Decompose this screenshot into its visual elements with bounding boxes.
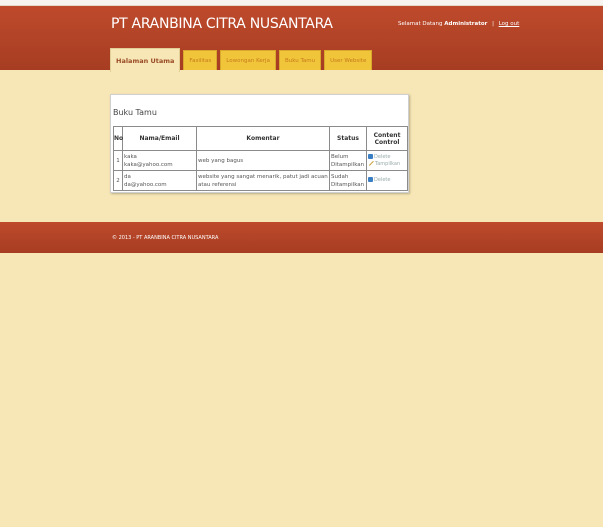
column-header-comment: Komentar — [196, 126, 330, 151]
comment-cell: web yang bagus — [196, 150, 330, 171]
guest-name: da — [124, 173, 131, 180]
delete-icon — [368, 177, 373, 182]
tab-fasilitas[interactable]: Fasilitas — [183, 50, 218, 70]
welcome-text: Selamat Datang — [398, 21, 443, 27]
logout-link[interactable]: Log out — [499, 21, 520, 27]
content-control-cell: Delete — [366, 170, 408, 191]
panel-title: Buku Tamu — [113, 108, 157, 117]
guest-name: kaka — [124, 153, 137, 160]
tab-user-website[interactable]: User Website — [324, 50, 373, 70]
delete-label: Delete — [374, 177, 391, 183]
name-email-cell: da da@yahoo.com — [122, 170, 197, 191]
column-header-name-email: Nama/Email — [122, 126, 197, 151]
guest-email: da@yahoo.com — [124, 181, 167, 188]
status-cell: Sudah Ditampilkan — [329, 170, 367, 191]
site-footer: © 2013 - PT ARANBINA CITRA NUSANTARA — [0, 222, 603, 253]
delete-label: Delete — [374, 153, 391, 160]
column-header-status: Status — [329, 126, 367, 151]
column-header-content-control: Content Control — [366, 126, 408, 151]
tab-lowongan-kerja[interactable]: Lowongan Kerja — [220, 50, 276, 70]
content-control-cell: Delete Tampilkan — [366, 150, 408, 171]
site-title: PT ARANBINA CITRA NUSANTARA — [111, 16, 333, 32]
column-header-no: No — [113, 126, 123, 151]
delete-button[interactable]: Delete — [368, 153, 406, 161]
comment-cell: website yang sangat menarik, patut jadi … — [196, 170, 330, 191]
welcome-bar: Selamat Datang Administrator | Log out — [398, 21, 519, 27]
guestbook-panel: Buku Tamu No Nama/Email Komentar Status … — [110, 94, 409, 193]
separator: | — [492, 21, 494, 27]
row-number: 2 — [113, 170, 123, 191]
status-cell: Belum Ditampilkan — [329, 150, 367, 171]
table-row: 2 da da@yahoo.com website yang sangat me… — [113, 170, 408, 191]
name-email-cell: kaka kaka@yahoo.com — [122, 150, 197, 171]
main-nav-tabs: Halaman Utama Fasilitas Lowongan Kerja B… — [110, 48, 375, 72]
guest-email: kaka@yahoo.com — [124, 161, 173, 168]
delete-icon — [368, 153, 373, 159]
footer-copyright: © 2013 - PT ARANBINA CITRA NUSANTARA — [112, 235, 219, 241]
site-header: PT ARANBINA CITRA NUSANTARA Selamat Data… — [0, 6, 603, 72]
table-header-row: No Nama/Email Komentar Status Content Co… — [113, 126, 408, 151]
guestbook-table: No Nama/Email Komentar Status Content Co… — [113, 126, 408, 191]
username: Administrator — [444, 21, 488, 27]
tab-halaman-utama[interactable]: Halaman Utama — [110, 48, 181, 72]
show-button[interactable]: Tampilkan — [368, 160, 406, 168]
delete-button[interactable]: Delete — [368, 177, 406, 184]
show-label: Tampilkan — [375, 160, 401, 167]
row-number: 1 — [113, 150, 123, 171]
pencil-icon — [368, 160, 374, 166]
table-row: 1 kaka kaka@yahoo.com web yang bagus Bel… — [113, 150, 408, 171]
tab-buku-tamu[interactable]: Buku Tamu — [278, 50, 322, 70]
